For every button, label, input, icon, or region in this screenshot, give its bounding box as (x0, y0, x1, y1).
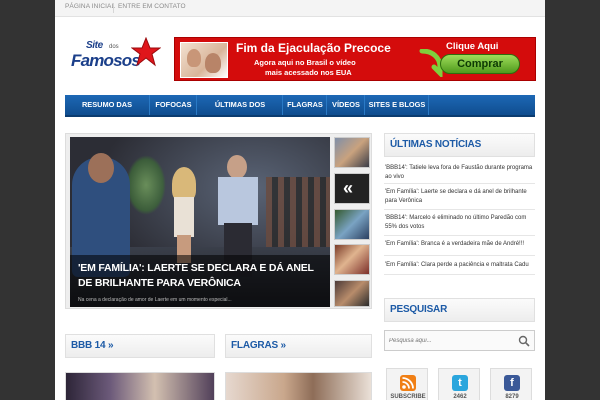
nav-item-flagras[interactable]: FLAGRAS (284, 95, 326, 115)
facebook-count: 8279 (505, 394, 519, 400)
section-title-pesquisar: PESQUISAR (390, 304, 448, 315)
news-item[interactable]: 'BBB14': Marcelo é eliminado no último P… (384, 214, 535, 236)
top-nav-divider (113, 3, 114, 13)
twitter-count: 2462 (453, 394, 467, 400)
slider-thumbnails: « (334, 137, 370, 307)
rss-icon (400, 375, 416, 391)
logo-text-famosos: Famosos (71, 51, 141, 70)
section-header-bbb[interactable]: BBB 14 » (65, 334, 215, 358)
ad-cta-top-text: Clique Aqui (446, 41, 499, 52)
section-header-pesquisar: PESQUISAR (384, 298, 535, 322)
news-item[interactable]: 'BBB14': Tatiele leva fora de Faustão du… (384, 164, 535, 184)
logo-star-icon (131, 37, 161, 67)
slider-thumbnail-active[interactable]: « (334, 173, 370, 204)
chevron-double-left-icon: « (343, 178, 354, 198)
nav-item-sites-blogs[interactable]: SITES E BLOGS (366, 95, 428, 115)
bbb-thumbnail[interactable] (65, 372, 215, 400)
page-container: PÁGINA INICIAL ENTRE EM CONTATO Site dos… (55, 0, 545, 400)
featured-slider: 'Em Família': Laerte se declara e dá ane… (65, 133, 372, 309)
slide-person-woman (170, 167, 198, 263)
ad-headline: Fim da Ejaculação Precoce (236, 41, 391, 55)
slide-dancers (266, 177, 330, 247)
ad-banner[interactable]: Fim da Ejaculação Precoce Agora aqui no … (174, 37, 536, 81)
nav-item-ultimas-famosos[interactable]: ÚLTIMAS DOS FAMOSOS (198, 95, 282, 129)
logo-text-site: Site (86, 40, 103, 51)
twitter-button[interactable]: t 2462 (438, 368, 480, 400)
site-logo[interactable]: Site dos Famosos (69, 37, 161, 82)
nav-divider (282, 95, 283, 115)
slide-overlay (126, 155, 166, 215)
section-title-bbb: BBB 14 (71, 340, 106, 351)
rss-label: SUBSCRIBE (390, 394, 426, 400)
nav-item-resumo-novelas[interactable]: RESUMO DAS NOVELAS (65, 95, 149, 129)
page-background-left (0, 0, 55, 400)
news-item[interactable]: 'Em Família': Clara perde a paciência e … (384, 261, 535, 275)
rss-subscribe-button[interactable]: SUBSCRIBE (386, 368, 428, 400)
ad-cta: Clique Aqui Comprar (416, 41, 534, 79)
top-nav-contact-link[interactable]: ENTRE EM CONTATO (118, 3, 186, 10)
slider-thumbnail[interactable] (334, 209, 370, 240)
twitter-icon: t (452, 375, 468, 391)
facebook-icon: f (504, 375, 520, 391)
news-item[interactable]: 'Em Família': Branca é a verdadeira mãe … (384, 240, 535, 256)
news-item[interactable]: 'Em Família': Laerte se declara e dá ane… (384, 188, 535, 210)
section-header-ultimas-noticias: ÚLTIMAS NOTÍCIAS (384, 133, 535, 157)
logo-text-dos: dos (109, 44, 119, 50)
nav-item-fofocas[interactable]: FOFOCAS (151, 95, 196, 115)
facebook-button[interactable]: f 8279 (490, 368, 532, 400)
top-nav: PÁGINA INICIAL ENTRE EM CONTATO (55, 0, 545, 17)
main-nav: RESUMO DAS NOVELAS FOFOCAS ÚLTIMAS DOS F… (65, 95, 535, 129)
search-box (384, 330, 535, 351)
slide-excerpt: Na cena a declaração de amor de Laerte e… (78, 297, 232, 303)
nav-item-videos[interactable]: VÍDEOS (328, 95, 364, 115)
flagras-thumbnail[interactable] (225, 372, 372, 400)
nav-divider (364, 95, 365, 115)
slider-thumbnail[interactable] (334, 280, 370, 307)
section-title-flagras: FLAGRAS (231, 340, 278, 351)
top-nav-home-link[interactable]: PÁGINA INICIAL (65, 3, 115, 10)
search-input[interactable] (389, 334, 515, 347)
ad-subtext-2: mais acessado nos EUA (265, 68, 352, 77)
slide-caption[interactable]: 'Em Família': Laerte se declara e dá ane… (78, 261, 326, 291)
featured-slide[interactable]: 'Em Família': Laerte se declara e dá ane… (70, 137, 330, 307)
ad-buy-button[interactable]: Comprar (440, 54, 520, 74)
ad-subtext-1: Agora aqui no Brasil o vídeo (254, 58, 356, 67)
section-header-flagras[interactable]: FLAGRAS » (225, 334, 372, 358)
ad-photo (180, 42, 228, 78)
slider-thumbnail[interactable] (334, 244, 370, 275)
slider-thumbnail[interactable] (334, 137, 370, 168)
nav-divider (196, 95, 197, 115)
nav-divider (428, 95, 429, 115)
chevron-double-right-icon: » (280, 340, 287, 351)
nav-divider (326, 95, 327, 115)
page-background-right (545, 0, 600, 400)
search-icon[interactable] (518, 335, 530, 347)
nav-divider (149, 95, 150, 115)
chevron-double-right-icon: » (107, 340, 114, 351)
section-title-ultimas-noticias: ÚLTIMAS NOTÍCIAS (390, 139, 482, 150)
